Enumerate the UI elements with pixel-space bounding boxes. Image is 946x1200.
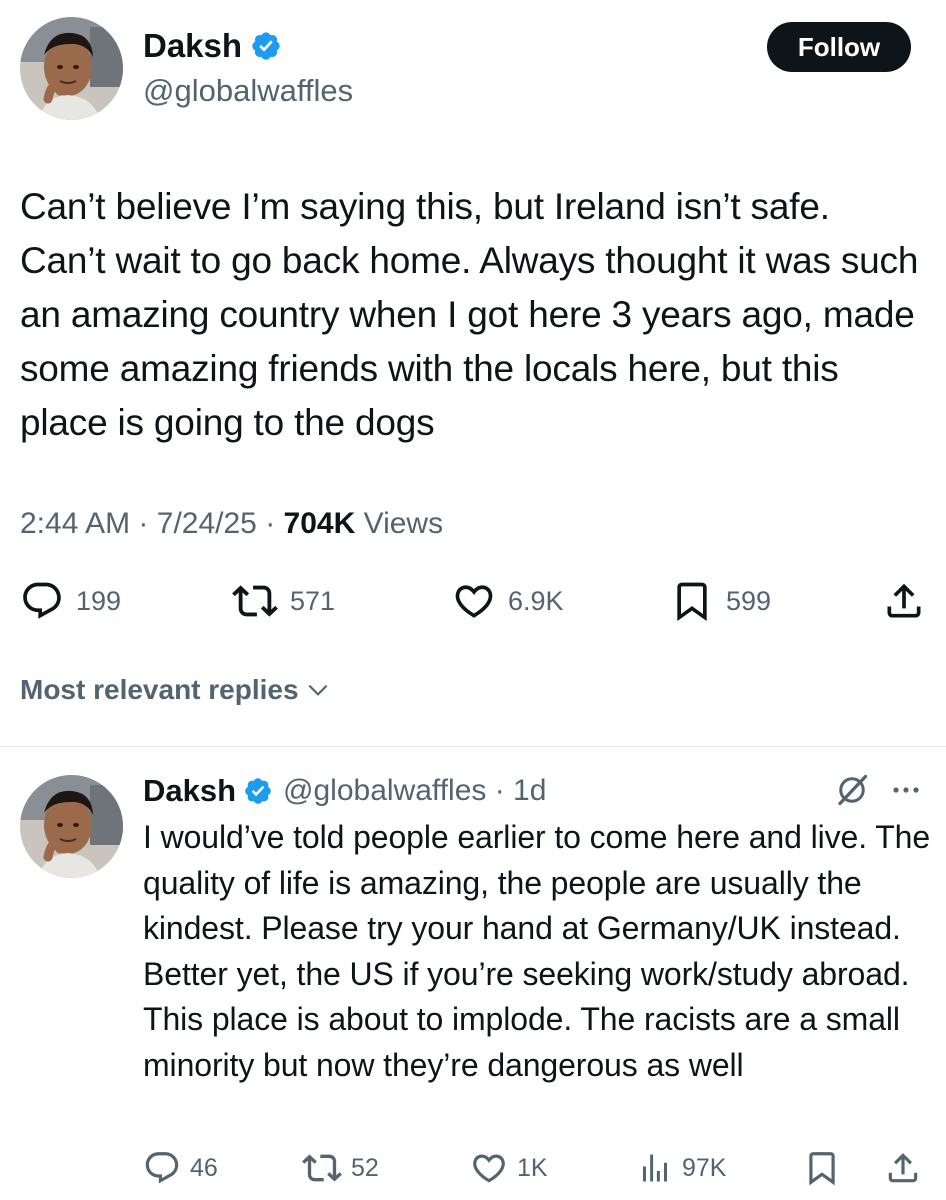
- author-avatar[interactable]: [20, 17, 123, 120]
- reply-text: I would’ve told people earlier to come h…: [143, 819, 931, 1083]
- reply-repost-button[interactable]: 52: [302, 1148, 379, 1188]
- repost-icon: [232, 585, 278, 617]
- repost-icon: [302, 1154, 342, 1182]
- reply-count: 199: [76, 585, 122, 616]
- reply-author-display-name[interactable]: Daksh: [143, 771, 236, 811]
- tweet-time[interactable]: 2:44 AM: [20, 507, 130, 540]
- share-button[interactable]: [882, 578, 926, 624]
- tweet-meta: 2:44 AM · 7/24/25 · 704K Views: [20, 505, 443, 543]
- reply-like-button[interactable]: 1K: [470, 1148, 548, 1188]
- meta-separator: ·: [265, 507, 276, 540]
- like-icon: [473, 1154, 505, 1183]
- divider: [0, 746, 946, 747]
- reply-header: Daksh @globalwaffles · 1d: [143, 771, 546, 811]
- reply-author-avatar[interactable]: [20, 775, 123, 878]
- like-count: 6.9K: [508, 585, 564, 616]
- reply-bookmark-button[interactable]: [803, 1148, 841, 1188]
- more-icon[interactable]: [888, 778, 924, 802]
- bookmark-count: 599: [726, 585, 772, 616]
- chevron-down-icon: [308, 684, 327, 696]
- share-icon: [887, 583, 921, 618]
- replies-sort-dropdown[interactable]: Most relevant replies: [20, 674, 331, 706]
- reply-author-handle-age[interactable]: @globalwaffles · 1d: [283, 774, 546, 808]
- author-handle[interactable]: @globalwaffles: [143, 72, 353, 110]
- reply-button[interactable]: 199: [20, 578, 121, 624]
- tweet-action-bar: 199 571 6.9K 599: [20, 578, 926, 624]
- reply-icon: [145, 1152, 179, 1184]
- reply-share-button[interactable]: [884, 1148, 922, 1188]
- bookmark-icon: [677, 582, 707, 622]
- reply-views-button[interactable]: 97K: [637, 1148, 726, 1188]
- replies-sort-label: Most relevant replies: [20, 674, 299, 705]
- avatar-photo: [20, 17, 123, 120]
- bookmark-button[interactable]: 599: [670, 578, 771, 624]
- reply-icon: [23, 582, 61, 619]
- reply-reply-count: 46: [190, 1153, 218, 1182]
- tweet-date[interactable]: 7/24/25: [157, 507, 257, 540]
- follow-button[interactable]: Follow: [767, 22, 911, 72]
- share-icon: [888, 1153, 918, 1183]
- views-icon: [643, 1154, 667, 1182]
- bookmark-icon: [809, 1152, 835, 1186]
- author-name-row[interactable]: Daksh: [143, 26, 282, 66]
- reply-views-count: 97K: [682, 1153, 727, 1182]
- views-label: Views: [363, 507, 444, 540]
- reply-repost-count: 52: [351, 1153, 379, 1182]
- grok-icon[interactable]: [834, 772, 870, 808]
- views-count: 704K: [283, 507, 356, 540]
- verified-badge-icon: [250, 30, 282, 62]
- avatar-photo: [20, 775, 123, 878]
- verified-badge-icon: [243, 776, 273, 806]
- repost-button[interactable]: 571: [232, 578, 335, 624]
- tweet-text: Can’t believe I’m saying this, but Irela…: [20, 186, 919, 443]
- like-icon: [455, 585, 493, 618]
- author-display-name[interactable]: Daksh: [143, 26, 242, 66]
- like-button[interactable]: 6.9K: [452, 578, 564, 624]
- meta-separator: ·: [138, 507, 149, 540]
- repost-count: 571: [290, 585, 336, 616]
- reply-like-count: 1K: [517, 1153, 548, 1182]
- reply-reply-button[interactable]: 46: [143, 1148, 218, 1188]
